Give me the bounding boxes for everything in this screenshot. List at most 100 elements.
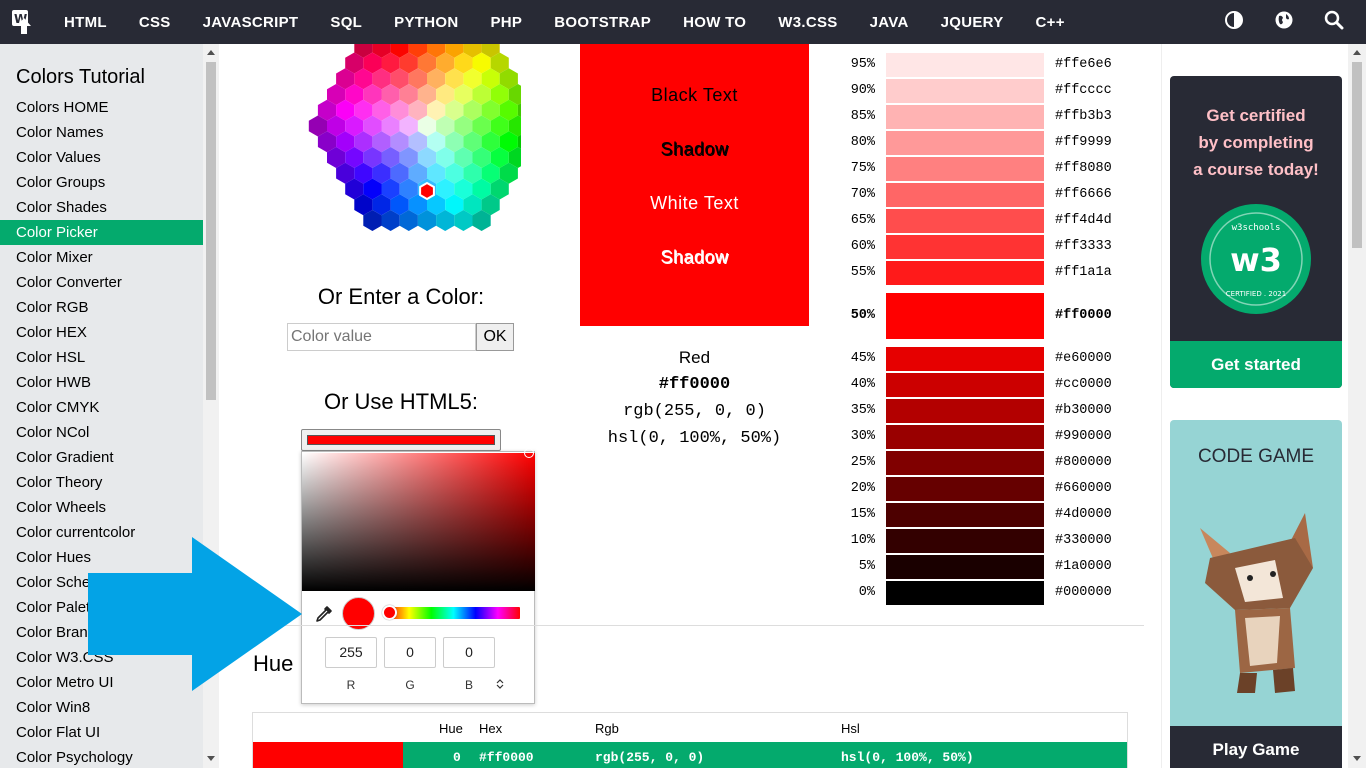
shade-swatch[interactable] <box>886 399 1044 423</box>
sidebar-item-color-gradient[interactable]: Color Gradient <box>0 445 203 470</box>
hue-slider[interactable] <box>387 607 520 619</box>
selected-hex-cell[interactable] <box>419 181 435 201</box>
sidebar-item-color-mixer[interactable]: Color Mixer <box>0 245 203 270</box>
shade-swatch[interactable] <box>886 53 1044 77</box>
shade-swatch[interactable] <box>886 293 1044 339</box>
nav-item-jquery[interactable]: JQUERY <box>925 0 1020 44</box>
saturation-value-area[interactable] <box>302 453 535 591</box>
page-scroll-thumb[interactable] <box>1352 62 1362 248</box>
shade-row[interactable]: 40% #cc0000 <box>839 372 1149 398</box>
sidebar-item-color-picker[interactable]: Color Picker <box>0 220 203 245</box>
page-scroll-up-icon[interactable] <box>1353 50 1361 55</box>
shade-swatch[interactable] <box>886 581 1044 605</box>
shade-swatch[interactable] <box>886 425 1044 449</box>
w3schools-logo-icon[interactable]: W <box>0 0 48 44</box>
shade-swatch[interactable] <box>886 477 1044 501</box>
blue-value-field[interactable]: 0 <box>443 637 495 668</box>
shade-swatch[interactable] <box>886 451 1044 475</box>
nav-item-sql[interactable]: SQL <box>314 0 378 44</box>
nav-item-python[interactable]: PYTHON <box>378 0 474 44</box>
sidebar-item-color-theory[interactable]: Color Theory <box>0 470 203 495</box>
shade-row[interactable]: 100% #ffffff <box>839 44 1149 52</box>
shade-swatch[interactable] <box>886 347 1044 371</box>
nav-item-java[interactable]: JAVA <box>854 0 925 44</box>
shade-row[interactable]: 45% #e60000 <box>839 346 1149 372</box>
get-started-button[interactable]: Get started <box>1170 341 1342 388</box>
nav-item-php[interactable]: PHP <box>474 0 538 44</box>
shade-row[interactable]: 30% #990000 <box>839 424 1149 450</box>
shade-swatch[interactable] <box>886 44 1044 51</box>
search-icon[interactable] <box>1324 10 1344 35</box>
html5-color-input[interactable] <box>301 429 501 451</box>
sidebar-item-color-ncol[interactable]: Color NCol <box>0 420 203 445</box>
shade-row[interactable]: 15% #4d0000 <box>839 502 1149 528</box>
shade-row[interactable]: 5% #1a0000 <box>839 554 1149 580</box>
shade-row[interactable]: 20% #660000 <box>839 476 1149 502</box>
shade-swatch[interactable] <box>886 261 1044 285</box>
shade-row[interactable]: 55% #ff1a1a <box>839 260 1149 286</box>
format-toggle-icon[interactable] <box>496 678 504 693</box>
sidebar-item-color-names[interactable]: Color Names <box>0 120 203 145</box>
scroll-up-arrow-icon[interactable] <box>207 50 215 55</box>
shade-swatch[interactable] <box>886 79 1044 103</box>
shade-swatch[interactable] <box>886 555 1044 579</box>
shade-swatch[interactable] <box>886 529 1044 553</box>
sidebar-item-color-groups[interactable]: Color Groups <box>0 170 203 195</box>
red-value-field[interactable]: 255 <box>325 637 377 668</box>
shade-swatch[interactable] <box>886 235 1044 259</box>
nav-item-w3-css[interactable]: W3.CSS <box>762 0 853 44</box>
shade-swatch[interactable] <box>886 209 1044 233</box>
sidebar-item-color-cmyk[interactable]: Color CMYK <box>0 395 203 420</box>
nav-item-how-to[interactable]: HOW TO <box>667 0 762 44</box>
shade-swatch[interactable] <box>886 183 1044 207</box>
shade-row[interactable]: 35% #b30000 <box>839 398 1149 424</box>
shade-row[interactable]: 80% #ff9999 <box>839 130 1149 156</box>
shade-row[interactable]: 75% #ff8080 <box>839 156 1149 182</box>
sidebar-item-color-hwb[interactable]: Color HWB <box>0 370 203 395</box>
shade-row[interactable]: 10% #330000 <box>839 528 1149 554</box>
shade-row[interactable]: 85% #ffb3b3 <box>839 104 1149 130</box>
code-game-ad[interactable]: CODE GAME Play Game <box>1170 420 1342 768</box>
sidebar-item-color-win8[interactable]: Color Win8 <box>0 695 203 720</box>
sidebar-item-color-converter[interactable]: Color Converter <box>0 270 203 295</box>
nav-item-bootstrap[interactable]: BOOTSTRAP <box>538 0 667 44</box>
shade-swatch[interactable] <box>886 131 1044 155</box>
hexagon-color-map[interactable] <box>281 44 521 234</box>
sidebar-item-color-values[interactable]: Color Values <box>0 145 203 170</box>
saturation-value-handle[interactable] <box>524 448 534 458</box>
contrast-icon[interactable] <box>1224 10 1244 35</box>
sidebar-item-color-shades[interactable]: Color Shades <box>0 195 203 220</box>
shade-row[interactable]: 90% #ffcccc <box>839 78 1149 104</box>
sidebar-item-color-rgb[interactable]: Color RGB <box>0 295 203 320</box>
sidebar-scroll-thumb[interactable] <box>206 62 216 400</box>
color-value-input[interactable] <box>287 323 476 351</box>
eyedropper-icon[interactable] <box>315 605 333 623</box>
page-scroll-down-icon[interactable] <box>1353 756 1361 761</box>
shade-row[interactable]: 50% #ff0000 <box>839 292 1149 340</box>
shade-row[interactable]: 60% #ff3333 <box>839 234 1149 260</box>
table-row[interactable]: 0 #ff0000 rgb(255, 0, 0) hsl(0, 100%, 50… <box>253 742 1127 768</box>
sidebar-item-color-hsl[interactable]: Color HSL <box>0 345 203 370</box>
shade-row[interactable]: 65% #ff4d4d <box>839 208 1149 234</box>
shade-swatch[interactable] <box>886 503 1044 527</box>
shade-row[interactable]: 95% #ffe6e6 <box>839 52 1149 78</box>
scroll-down-arrow-icon[interactable] <box>207 756 215 761</box>
shade-swatch[interactable] <box>886 157 1044 181</box>
sidebar-item-color-psychology[interactable]: Color Psychology <box>0 745 203 768</box>
shade-row[interactable]: 0% #000000 <box>839 580 1149 606</box>
hue-slider-handle[interactable] <box>382 605 397 620</box>
nav-item-javascript[interactable]: JAVASCRIPT <box>187 0 315 44</box>
sidebar-item-colors-home[interactable]: Colors HOME <box>0 95 203 120</box>
ok-button[interactable]: OK <box>476 323 514 351</box>
play-game-button[interactable]: Play Game <box>1170 726 1342 768</box>
shade-row[interactable]: 25% #800000 <box>839 450 1149 476</box>
certification-ad[interactable]: Get certified by completing a course tod… <box>1170 76 1342 388</box>
nav-item-css[interactable]: CSS <box>123 0 187 44</box>
shade-swatch[interactable] <box>886 373 1044 397</box>
shade-row[interactable]: 70% #ff6666 <box>839 182 1149 208</box>
sidebar-item-color-hex[interactable]: Color HEX <box>0 320 203 345</box>
green-value-field[interactable]: 0 <box>384 637 436 668</box>
globe-icon[interactable] <box>1274 10 1294 35</box>
sidebar-item-color-flat-ui[interactable]: Color Flat UI <box>0 720 203 745</box>
page-scrollbar[interactable] <box>1348 44 1366 768</box>
